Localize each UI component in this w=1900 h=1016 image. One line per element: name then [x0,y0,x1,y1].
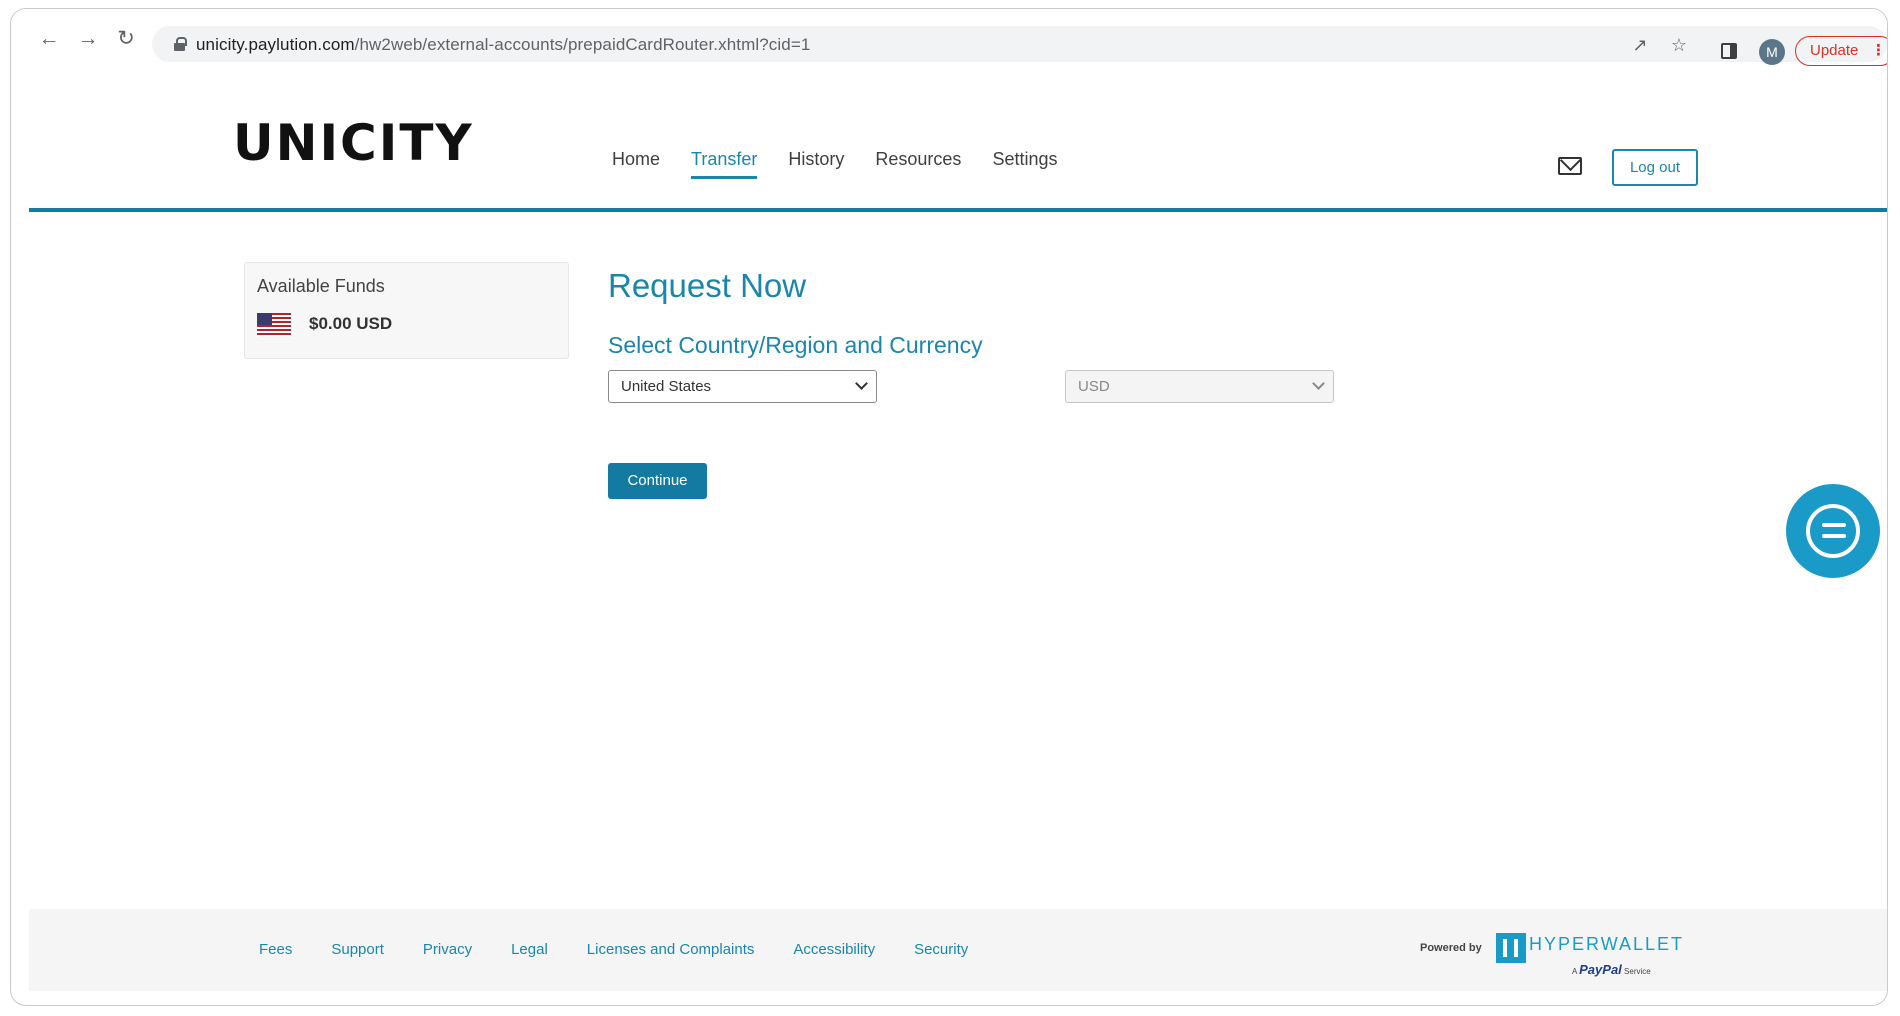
funds-title: Available Funds [257,276,385,296]
country-value: United States [621,378,712,395]
powered-by-label: Powered by [1420,942,1482,954]
footer-link-fees[interactable]: Fees [259,941,292,958]
address-bar[interactable]: unicity.paylution.com/hw2web/external-ac… [152,26,1887,62]
funds-amount: $0.00 USD [309,314,393,333]
tagline-suffix: Service [1624,967,1651,976]
nav-history[interactable]: History [788,149,844,179]
us-flag-icon [257,313,291,337]
chevron-down-icon [855,377,868,390]
browser-window: ← → ↻ unicity.paylution.com/hw2web/exter… [10,8,1888,1006]
lock-icon [174,37,187,51]
continue-button[interactable]: Continue [608,463,707,499]
update-button[interactable]: Update ⋮ [1795,36,1887,66]
reload-icon[interactable]: ↻ [114,27,138,51]
main-nav: Home Transfer History Resources Settings [612,149,1088,179]
country-select[interactable]: United States [608,370,877,403]
browser-toolbar: ← → ↻ unicity.paylution.com/hw2web/exter… [11,9,1887,63]
unicity-logo[interactable]: UNICITY [233,114,474,172]
sidebar-icon[interactable] [1721,43,1737,59]
header-divider [29,208,1887,212]
hyperwallet-brand: HYPERWALLET [1529,934,1685,954]
share-icon[interactable]: ↗ [1630,35,1650,55]
currency-select: USD [1065,370,1334,403]
tagline-prefix: A [1572,967,1577,976]
section-subtitle: Select Country/Region and Currency [608,332,983,358]
chat-button[interactable] [1786,484,1880,578]
paypal-tagline: A PayPal Service [1572,962,1651,977]
nav-settings[interactable]: Settings [992,149,1057,179]
footer-link-accessibility[interactable]: Accessibility [793,941,875,958]
logout-button[interactable]: Log out [1612,149,1698,186]
back-arrow-icon[interactable]: ← [37,27,61,51]
update-label: Update [1810,42,1859,59]
available-funds-card: Available Funds $0.00 USD [244,262,569,359]
footer-link-support[interactable]: Support [331,941,384,958]
footer-link-security[interactable]: Security [914,941,968,958]
paypal-brand: PayPal [1579,962,1622,977]
footer: Fees Support Privacy Legal Licenses and … [29,909,1887,991]
chevron-down-icon [1312,377,1325,390]
nav-transfer[interactable]: Transfer [691,149,758,179]
nav-resources[interactable]: Resources [875,149,961,179]
star-icon[interactable]: ☆ [1669,35,1689,55]
hyperwallet-logo-icon [1496,933,1526,963]
nav-home[interactable]: Home [612,149,660,179]
more-menu-icon[interactable]: ⋮ [1871,37,1886,65]
chat-icon [1806,504,1860,558]
currency-value: USD [1078,378,1110,395]
page-title: Request Now [608,267,807,304]
url-host: unicity.paylution.com [196,35,355,54]
footer-link-privacy[interactable]: Privacy [423,941,472,958]
footer-link-licenses[interactable]: Licenses and Complaints [587,941,755,958]
url-path: /hw2web/external-accounts/prepaidCardRou… [354,35,811,54]
url-text[interactable]: unicity.paylution.com/hw2web/external-ac… [196,35,810,55]
footer-links: Fees Support Privacy Legal Licenses and … [259,941,1007,958]
mail-icon[interactable] [1558,157,1582,175]
footer-link-legal[interactable]: Legal [511,941,548,958]
profile-avatar[interactable]: M [1759,39,1785,65]
forward-arrow-icon[interactable]: → [76,27,100,51]
